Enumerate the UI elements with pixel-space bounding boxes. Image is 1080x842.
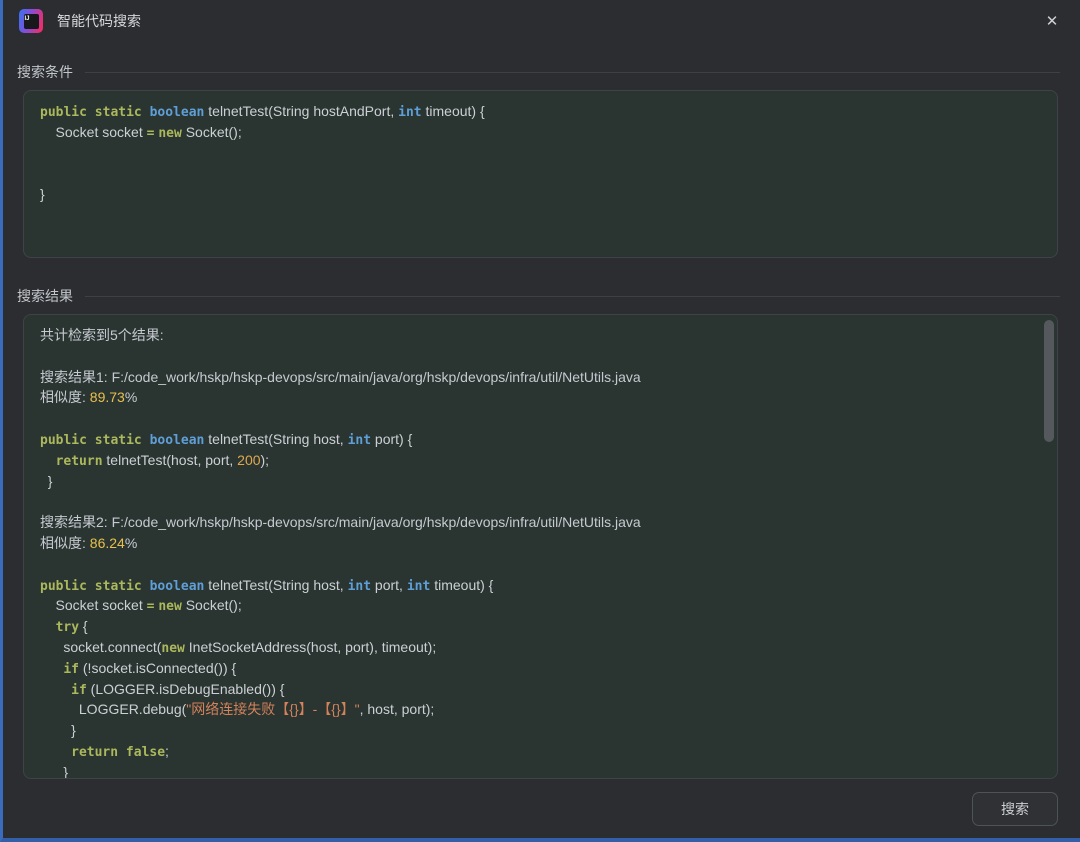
scrollbar-thumb[interactable] bbox=[1044, 320, 1054, 442]
results-separator-line bbox=[85, 296, 1060, 297]
condition-section-label: 搜索条件 bbox=[17, 62, 73, 82]
close-icon: ✕ bbox=[1046, 12, 1059, 30]
search-results-text: 共计检索到5个结果:搜索结果1: F:/code_work/hskp/hskp-… bbox=[40, 325, 1041, 779]
title-bar: IJ 智能代码搜索 ✕ bbox=[3, 0, 1080, 42]
close-button[interactable]: ✕ bbox=[1040, 9, 1064, 33]
intellij-logo-text: IJ bbox=[24, 14, 39, 29]
condition-section-header: 搜索条件 bbox=[17, 64, 1060, 80]
search-results-panel[interactable]: 共计检索到5个结果:搜索结果1: F:/code_work/hskp/hskp-… bbox=[23, 314, 1058, 779]
search-button[interactable]: 搜索 bbox=[972, 792, 1058, 826]
intellij-logo-icon: IJ bbox=[19, 9, 43, 33]
search-condition-editor[interactable]: public static boolean telnetTest(String … bbox=[23, 90, 1058, 258]
results-section-label: 搜索结果 bbox=[17, 286, 73, 306]
dialog-title: 智能代码搜索 bbox=[57, 11, 141, 31]
results-section-header: 搜索结果 bbox=[17, 288, 1060, 304]
condition-separator-line bbox=[85, 72, 1060, 73]
footer: 搜索 bbox=[3, 779, 1080, 826]
code-search-dialog: IJ 智能代码搜索 ✕ 搜索条件 public static boolean t… bbox=[0, 0, 1080, 842]
